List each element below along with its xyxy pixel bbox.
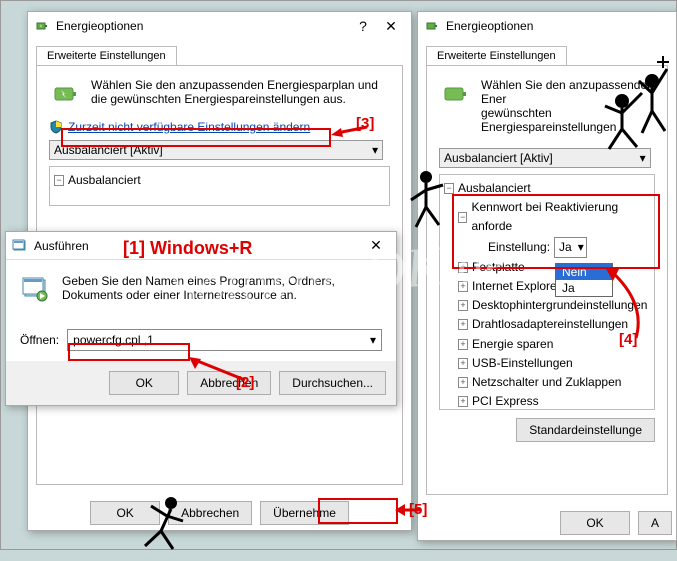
tree-item-hdd: Festplatte [472,258,525,277]
tab-advanced-1[interactable]: Erweiterte Einstellungen [36,46,177,65]
open-label: Öffnen: [20,333,59,347]
tab-advanced-2[interactable]: Erweiterte Einstellungen [426,46,567,65]
battery-plug-icon [424,18,440,34]
expand-icon[interactable]: + [458,396,468,407]
window-title-1: Energieoptionen [56,19,349,33]
energy-options-window-2: Energieoptionen Erweiterte Einstellungen… [417,11,677,541]
tree-1[interactable]: −Ausbalanciert [49,166,390,206]
run-cancel-button[interactable]: Abbrechen [187,371,271,395]
run-titlebar: Ausführen ✕ [6,232,396,260]
setting-label: Einstellung: [488,238,550,257]
expand-icon[interactable]: + [458,281,468,292]
titlebar-2: Energieoptionen [418,12,676,40]
setting-dropdown-list[interactable]: Nein Ja [555,263,613,297]
intro-text-1: Wählen Sie den anzupassenden Energiespar… [91,78,390,110]
tree-item-ie: Internet Explorer [472,277,561,296]
cancel-button-1[interactable]: Abbrechen [168,501,252,525]
tree-2[interactable]: −Ausbalanciert −Kennwort bei Reaktivieru… [439,174,655,410]
tree-item-usb: USB-Einstellungen [472,354,573,373]
change-unavailable-link[interactable]: Zurzeit nicht verfügbare Einstellungen ä… [49,120,390,134]
run-large-icon [20,274,52,309]
setting-value-dropdown[interactable]: Ja ▾ [554,237,587,258]
link-text: Zurzeit nicht verfügbare Einstellungen ä… [68,120,310,134]
titlebar-1: Energieoptionen ? ✕ [28,12,411,40]
battery-plug-icon [34,18,50,34]
expand-icon[interactable]: + [458,300,468,311]
run-dialog: Ausführen ✕ Geben Sie den Namen eines Pr… [5,231,397,406]
dropdown-option-nein[interactable]: Nein [556,264,612,280]
close-button[interactable]: ✕ [362,237,390,254]
window-title-2: Energieoptionen [446,19,670,33]
tab-body-2: Wählen Sie den anzupassenden Energewünsc… [426,65,668,495]
run-icon [12,238,28,254]
plan-dropdown-2[interactable]: Ausbalanciert [Aktiv] ▾ [439,148,651,168]
plan-value-1: Ausbalanciert [Aktiv] [54,143,163,157]
run-browse-button[interactable]: Durchsuchen... [279,371,386,395]
run-title: Ausführen [34,239,362,253]
battery-large-icon [439,78,471,110]
help-button[interactable]: ? [349,18,377,34]
chevron-down-icon: ▾ [578,238,584,257]
cancel-button-2[interactable]: A [638,511,672,535]
ok-button-2[interactable]: OK [560,511,630,535]
intro-text-2: Wählen Sie den anzupassenden Energewünsc… [481,78,655,134]
chevron-down-icon: ▾ [370,333,376,347]
expand-icon[interactable]: + [458,358,468,369]
battery-large-icon [49,78,81,110]
restore-defaults-button[interactable]: Standardeinstellunge [516,418,655,442]
tree-item-buttons: Netzschalter und Zuklappen [472,373,621,392]
chevron-down-icon: ▾ [640,151,646,165]
tree-item-desktop: Desktophintergrundeinstellungen [472,296,647,315]
plan-value-2: Ausbalanciert [Aktiv] [444,151,553,165]
collapse-icon[interactable]: − [54,175,64,186]
run-input[interactable]: powercfg.cpl ,1 ▾ [67,329,382,351]
apply-button-1[interactable]: Übernehme [260,501,349,525]
expand-icon[interactable]: + [458,339,468,350]
collapse-icon[interactable]: − [458,212,467,223]
button-row-2: OK A [418,503,676,543]
shield-icon [49,120,63,134]
tree-root-2: Ausbalanciert [458,179,531,198]
run-description: Geben Sie den Namen eines Programms, Ord… [62,274,382,309]
expand-icon[interactable]: + [458,377,468,388]
button-row-1: OK Abbrechen Übernehme [28,493,411,533]
run-input-value: powercfg.cpl ,1 [73,333,154,347]
tree-item-wireless: Drahtlosadaptereinstellungen [472,315,628,334]
tree-root-1: Ausbalanciert [68,171,141,190]
close-button[interactable]: ✕ [377,18,405,35]
ok-button-1[interactable]: OK [90,501,160,525]
run-ok-button[interactable]: OK [109,371,179,395]
expand-icon[interactable]: + [458,319,468,330]
tree-item-save-energy: Energie sparen [472,335,553,354]
collapse-icon[interactable]: − [444,183,454,194]
dropdown-option-ja[interactable]: Ja [556,280,612,296]
tree-item-password: Kennwort bei Reaktivierung anforde [471,198,650,236]
expand-icon[interactable]: + [458,262,468,273]
chevron-down-icon: ▾ [372,143,378,157]
plan-dropdown-1[interactable]: Ausbalanciert [Aktiv] ▾ [49,140,383,160]
tree-item-pci: PCI Express [472,392,539,410]
